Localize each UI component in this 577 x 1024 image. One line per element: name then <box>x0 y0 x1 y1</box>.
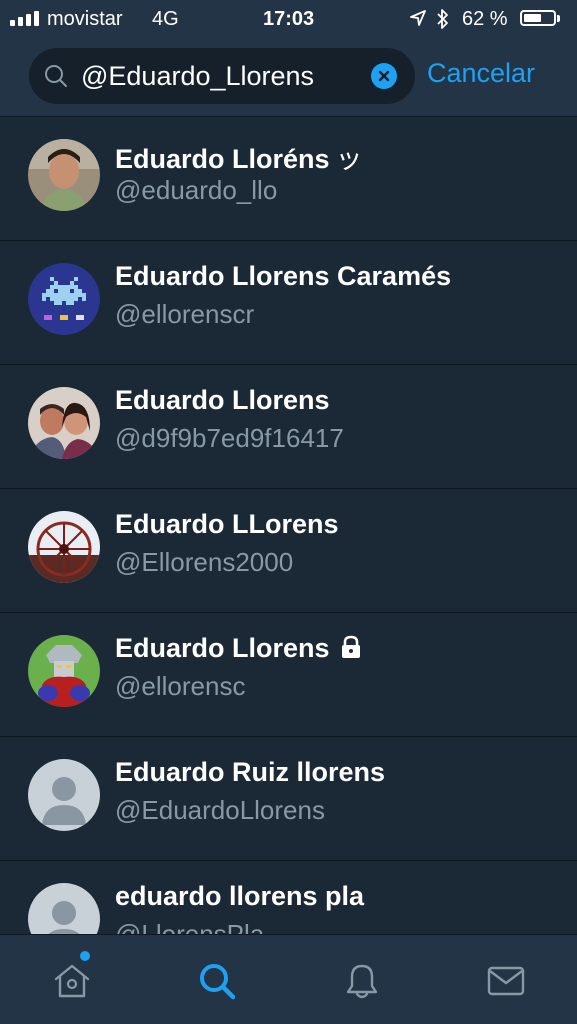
screen: movistar 4G 17:03 62 % @Eduardo_Llorens … <box>0 0 577 1024</box>
user-result-row[interactable]: Eduardo Lloréns ッ @eduardo_llo <box>0 117 577 241</box>
default-profile-icon <box>28 883 100 935</box>
search-box[interactable] <box>29 48 415 104</box>
avatar <box>28 387 100 459</box>
user-display-name: Eduardo Llorens Caramés <box>115 261 452 291</box>
status-bar: movistar 4G 17:03 62 % <box>0 0 577 38</box>
battery-percentage: 62 % <box>462 8 508 30</box>
avatar <box>28 263 100 335</box>
status-time: 17:03 <box>263 8 315 30</box>
tab-home[interactable] <box>52 961 92 1006</box>
user-handle: @LlorensPla <box>115 919 265 935</box>
user-handle: @EduardoLlorens <box>115 795 325 825</box>
user-result-row[interactable]: Eduardo LLorens @Ellorens2000 <box>0 489 577 613</box>
home-icon <box>54 964 90 998</box>
user-result-row[interactable]: Eduardo Llorens @d9f9b7ed9f16417 <box>0 365 577 489</box>
tab-notifications[interactable] <box>342 961 382 1006</box>
user-handle: @eduardo_llo <box>115 175 278 205</box>
user-handle: @d9f9b7ed9f16417 <box>115 423 344 453</box>
battery-level-fill <box>524 14 541 22</box>
tab-search[interactable] <box>197 961 237 1006</box>
home-notification-dot <box>80 951 90 961</box>
clear-search-button[interactable] <box>371 63 397 89</box>
user-display-name: eduardo llorens pla <box>115 881 365 911</box>
user-result-row[interactable]: eduardo llorens pla @LlorensPla <box>0 861 577 935</box>
user-handle: @Ellorens2000 <box>115 547 294 577</box>
bell-icon <box>346 964 378 999</box>
user-result-row[interactable]: Eduardo Llorens @ellorensc <box>0 613 577 737</box>
search-input[interactable] <box>81 48 361 104</box>
signal-strength-icon <box>10 10 39 26</box>
location-arrow-icon <box>410 10 426 26</box>
battery-icon <box>520 10 556 26</box>
envelope-icon <box>487 966 525 996</box>
default-avatar <box>28 759 100 831</box>
user-display-name: Eduardo Ruiz llorens <box>115 757 386 787</box>
user-display-name: Eduardo LLorens <box>115 509 339 539</box>
search-icon <box>45 65 67 87</box>
network-type: 4G <box>152 8 179 30</box>
search-results-list: Eduardo Lloréns ッ @eduardo_llo Eduardo L… <box>0 117 577 935</box>
user-result-row[interactable]: Eduardo Ruiz llorens @EduardoLlorens <box>0 737 577 861</box>
user-display-name: Eduardo Llorens <box>115 633 364 664</box>
user-display-name: Eduardo Llorens <box>115 385 330 415</box>
user-result-row[interactable]: Eduardo Llorens Caramés @ellorenscr <box>0 241 577 365</box>
close-icon <box>378 70 390 82</box>
tab-messages[interactable] <box>486 961 526 1006</box>
avatar <box>28 635 100 707</box>
carrier-name: movistar <box>47 8 123 30</box>
avatar <box>28 139 100 211</box>
default-avatar <box>28 883 100 935</box>
user-display-name: Eduardo Lloréns ッ <box>115 144 363 174</box>
cancel-button[interactable]: Cancelar <box>427 58 535 89</box>
avatar <box>28 511 100 583</box>
default-profile-icon <box>28 759 100 831</box>
battery-tip <box>557 15 560 22</box>
lock-icon <box>341 635 360 658</box>
bluetooth-icon <box>437 9 448 29</box>
search-header: Cancelar <box>0 38 577 117</box>
tab-bar <box>0 934 577 1024</box>
user-handle: @ellorenscr <box>115 299 255 329</box>
user-handle: @ellorensc <box>115 671 246 701</box>
search-icon <box>200 964 236 1000</box>
name-emoticon: ッ <box>335 144 363 174</box>
